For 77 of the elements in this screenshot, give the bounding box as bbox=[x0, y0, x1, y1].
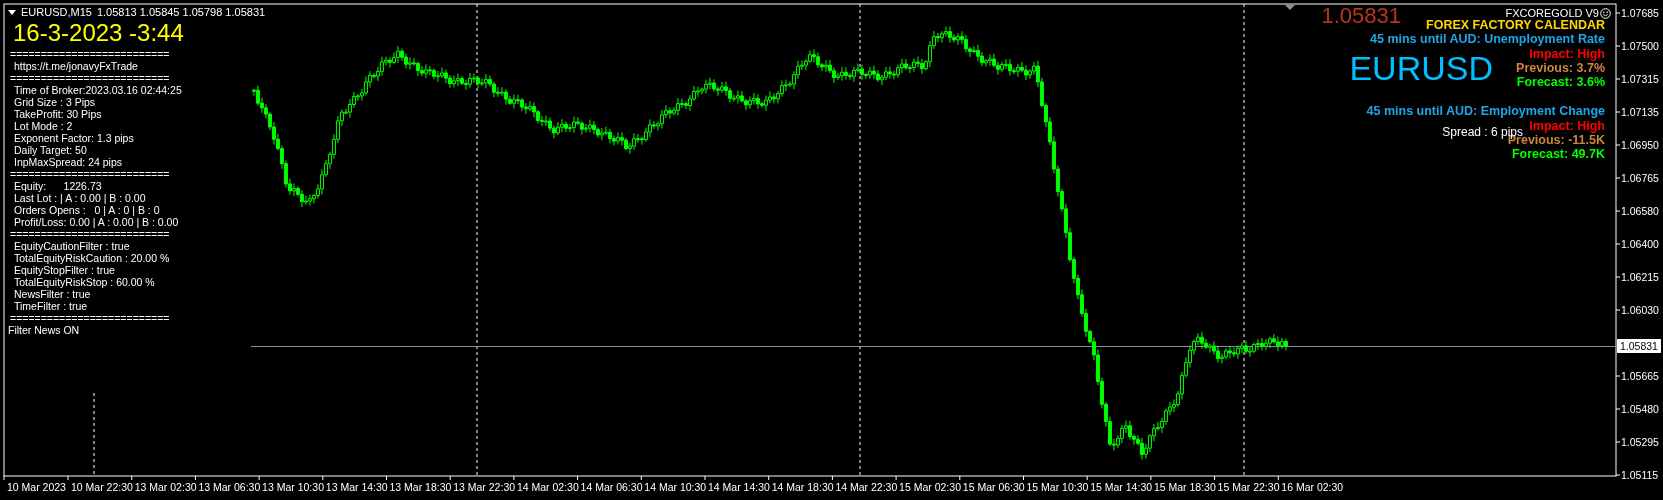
price-label: 1.06765 bbox=[1621, 172, 1659, 184]
time-label: 14 Mar 02:30 bbox=[516, 481, 579, 493]
symbol-overlay: EURUSD bbox=[1349, 50, 1493, 86]
separator-line: ========================== bbox=[9, 72, 170, 84]
separator-line: ========================== bbox=[9, 228, 170, 240]
info-text: Time of Broker:2023.03.16 02:44:25 bbox=[13, 84, 182, 96]
time-label: 15 Mar 06:30 bbox=[962, 481, 1025, 493]
price-label: 1.05665 bbox=[1621, 370, 1659, 382]
price-overlay: 1.05831 bbox=[1321, 4, 1401, 28]
price-label: 1.07135 bbox=[1621, 106, 1659, 118]
symbol-timeframe: EURUSD,M15 bbox=[21, 6, 92, 19]
info-text: TimeFilter : true bbox=[13, 300, 88, 312]
event-impact: Impact: High bbox=[1529, 118, 1605, 134]
time-label: 15 Mar 02:30 bbox=[899, 481, 961, 493]
time-label: 15 Mar 14:30 bbox=[1090, 481, 1153, 493]
dropdown-triangle-icon[interactable] bbox=[8, 10, 16, 15]
price-label: 1.06030 bbox=[1621, 304, 1659, 316]
info-text: NewsFilter : true bbox=[13, 288, 91, 300]
separator-line: ========================== bbox=[9, 48, 170, 60]
price-label: 1.05295 bbox=[1621, 436, 1659, 448]
info-text: EquityCautionFilter : true bbox=[13, 240, 130, 252]
event-countdown: 45 mins until AUD: Employment Change bbox=[1366, 104, 1605, 119]
info-text: TotalEquityRiskCaution : 20.00 % bbox=[13, 252, 170, 264]
price-label: 1.05480 bbox=[1621, 403, 1659, 415]
price-label: 1.05115 bbox=[1621, 469, 1659, 481]
info-text: Equity: 1226.73 bbox=[13, 180, 102, 192]
info-text: InpMaxSpread: 24 pips bbox=[13, 156, 122, 168]
info-text: Profit/Loss: 0.00 | A : 0.00 | B : 0.00 bbox=[13, 216, 179, 228]
info-text: Grid Size : 3 Pips bbox=[13, 96, 96, 108]
info-text: TakeProfit: 30 Pips bbox=[13, 108, 102, 120]
info-text: Lot Mode : 2 bbox=[13, 120, 73, 132]
time-label: 13 Mar 22:30 bbox=[453, 481, 516, 493]
info-text: TotalEquityRiskStop : 60.00 % bbox=[13, 276, 155, 288]
time-label: 14 Mar 14:30 bbox=[708, 481, 770, 493]
event-previous: Previous: 3.7% bbox=[1516, 60, 1605, 76]
indicator-name: FXCOREGOLD V9 bbox=[1505, 7, 1599, 20]
price-label: 1.07315 bbox=[1621, 73, 1659, 85]
time-label: 13 Mar 14:30 bbox=[325, 481, 388, 493]
price-label: 1.06950 bbox=[1621, 139, 1659, 151]
info-text: Last Lot : | A : 0.00 | B : 0.00 bbox=[13, 192, 146, 204]
time-label: 10 Mar 2023 bbox=[7, 481, 66, 493]
info-text: Orders Opens : 0 | A : 0 | B : 0 bbox=[13, 204, 160, 216]
time-label: 14 Mar 22:30 bbox=[835, 481, 898, 493]
price-label: 1.06400 bbox=[1621, 238, 1659, 250]
time-label: 10 Mar 22:30 bbox=[71, 481, 133, 493]
price-label: 1.07685 bbox=[1621, 7, 1659, 19]
status-text: Filter News ON bbox=[8, 324, 80, 336]
date-time: 16-3-2023 -3:44 bbox=[12, 20, 184, 46]
price-label: 1.06580 bbox=[1621, 205, 1659, 217]
event-countdown: 45 mins until AUD: Unemployment Rate bbox=[1370, 32, 1605, 47]
time-label: 13 Mar 18:30 bbox=[389, 481, 452, 493]
info-text: EquityStopFilter : true bbox=[13, 264, 115, 276]
separator-line: ========================== bbox=[9, 312, 170, 324]
time-label: 14 Mar 18:30 bbox=[771, 481, 834, 493]
time-label: 15 Mar 10:30 bbox=[1026, 481, 1089, 493]
event-forecast: Forecast: 3.6% bbox=[1516, 75, 1605, 90]
price-label: 1.06215 bbox=[1621, 271, 1659, 283]
price-label: 1.07500 bbox=[1621, 40, 1659, 52]
info-text: https://t.me/jonavyFxTrade bbox=[13, 60, 138, 72]
event-forecast: Forecast: 49.7K bbox=[1511, 147, 1605, 162]
time-label: 15 Mar 22:30 bbox=[1217, 481, 1280, 493]
time-label: 13 Mar 06:30 bbox=[198, 481, 261, 493]
info-text: Exponent Factor: 1.3 pips bbox=[13, 132, 134, 144]
smiley-icon bbox=[1600, 8, 1611, 19]
time-label: 15 Mar 18:30 bbox=[1153, 481, 1216, 493]
shift-marker-icon[interactable] bbox=[1285, 5, 1295, 10]
time-label: 16 Mar 02:30 bbox=[1281, 481, 1344, 493]
calendar-title: FOREX FACTORY CALENDAR bbox=[1426, 18, 1605, 33]
separator-line: ========================== bbox=[9, 168, 170, 180]
time-label: 13 Mar 02:30 bbox=[134, 481, 197, 493]
info-text: Daily Target: 50 bbox=[13, 144, 87, 156]
current-price-label: 1.05831 bbox=[1617, 339, 1661, 353]
time-label: 14 Mar 10:30 bbox=[644, 481, 707, 493]
time-label: 13 Mar 10:30 bbox=[262, 481, 324, 493]
price-quotes: 1.05813 1.05845 1.05798 1.05831 bbox=[96, 6, 266, 19]
event-impact: Impact: High bbox=[1529, 46, 1605, 61]
time-label: 14 Mar 06:30 bbox=[580, 481, 643, 493]
